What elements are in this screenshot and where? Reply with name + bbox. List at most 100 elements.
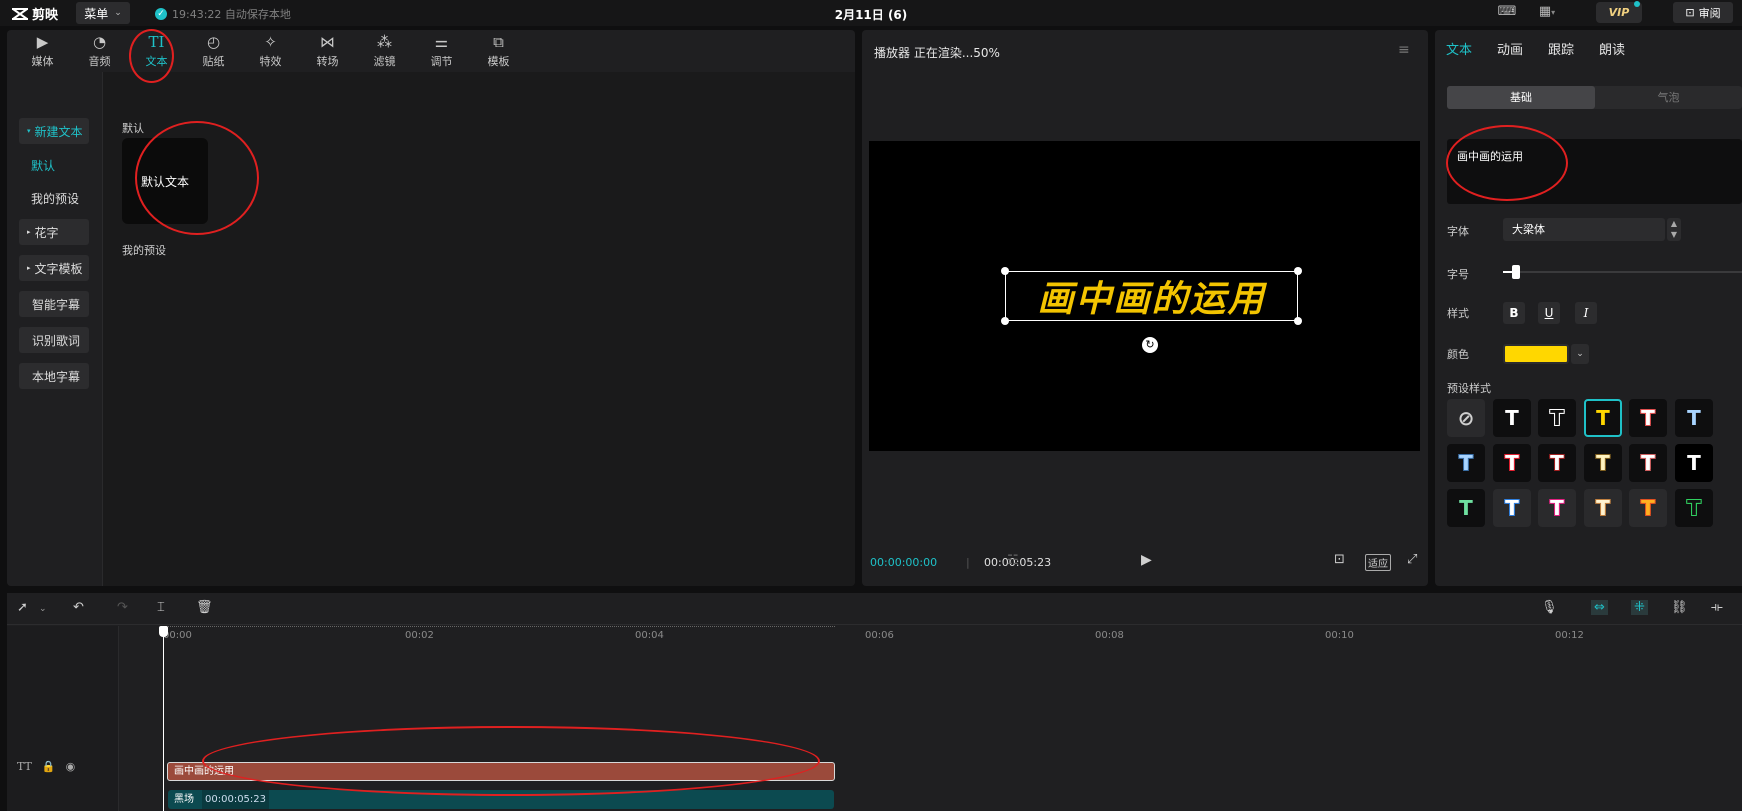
segment-bubble[interactable]: 气泡	[1595, 86, 1742, 109]
nav-recognize-lyrics-label: 识别歌词	[32, 333, 81, 348]
text-style-preset[interactable]: T	[1629, 399, 1667, 437]
effects-icon: ✧	[264, 32, 277, 51]
layout-icon[interactable]: ▦▾	[1532, 4, 1562, 22]
text-style-preset[interactable]: T	[1584, 399, 1622, 437]
resize-handle-bottom-left[interactable]	[1001, 317, 1009, 325]
text-style-preset[interactable]: T	[1675, 489, 1713, 527]
tab-inspector-read-aloud[interactable]: 朗读	[1599, 30, 1636, 72]
microphone-icon[interactable]: 🎙	[1541, 600, 1558, 615]
default-text-card[interactable]: 默认文本	[122, 138, 208, 224]
tab-audio[interactable]: ◔ 音频	[71, 30, 128, 72]
text-style-preset[interactable]: T	[1493, 399, 1531, 437]
text-style-preset[interactable]: T	[1675, 399, 1713, 437]
text-style-preset[interactable]: T	[1447, 444, 1485, 482]
nav-new-text[interactable]: ▾ 新建文本	[19, 118, 89, 144]
tab-transition[interactable]: ⋈ 转场	[299, 30, 356, 72]
playhead-handle[interactable]	[159, 626, 168, 637]
eye-icon[interactable]: ◉	[66, 760, 76, 773]
nav-my-presets[interactable]: 我的预设	[19, 185, 89, 211]
text-style-preset[interactable]: T	[1447, 489, 1485, 527]
fullscreen-icon[interactable]: ⤢	[1407, 552, 1417, 567]
no-style-preset[interactable]: ⊘	[1447, 399, 1485, 437]
chevron-down-icon[interactable]: ⌄	[39, 604, 47, 614]
text-style-preset[interactable]: T	[1493, 444, 1531, 482]
resize-handle-bottom-right[interactable]	[1294, 317, 1302, 325]
playhead[interactable]	[163, 629, 164, 811]
redo-icon[interactable]: ↷	[117, 600, 128, 615]
play-icon[interactable]: ▶	[1141, 552, 1152, 568]
rotate-handle-icon[interactable]: ↻	[1142, 337, 1158, 353]
tab-media[interactable]: ▶ 媒体	[14, 30, 71, 72]
nav-local-captions[interactable]: 本地字幕	[19, 363, 89, 389]
tab-inspector-tracking[interactable]: 跟踪	[1548, 30, 1585, 72]
text-style-preset[interactable]: T	[1538, 489, 1576, 527]
tab-text[interactable]: TI 文本	[128, 30, 185, 72]
nav-text-template[interactable]: ▸ 文字模板	[19, 255, 89, 281]
tab-inspector-text[interactable]: 文本	[1446, 30, 1483, 72]
underline-button[interactable]: U	[1538, 302, 1560, 324]
text-style-preset[interactable]: T	[1629, 444, 1667, 482]
text-style-preset[interactable]: T	[1493, 489, 1531, 527]
font-select[interactable]: 大梁体	[1503, 218, 1665, 241]
transition-icon: ⋈	[320, 32, 335, 51]
text-style-preset[interactable]: T	[1538, 399, 1576, 437]
inspector-panel: 文本 动画 跟踪 朗读 基础 气泡 画中画的运用 字体 大梁体 ▲ ▼ 字号 样式…	[1435, 30, 1742, 586]
black-clip-duration: 00:00:05:23	[202, 790, 270, 809]
lock-icon[interactable]: 🔒	[42, 760, 56, 773]
auto-snap-icon[interactable]: ⁜	[1631, 600, 1648, 615]
split-icon[interactable]: ⌶	[157, 600, 165, 615]
font-size-slider-handle[interactable]	[1512, 265, 1520, 279]
style-label: 样式	[1447, 307, 1469, 320]
main-track-magnet-icon[interactable]: ⇔	[1591, 600, 1608, 615]
review-label: 审阅	[1698, 6, 1721, 20]
tab-sticker[interactable]: ◴ 贴纸	[185, 30, 242, 72]
delete-icon[interactable]: 🗑	[196, 600, 213, 615]
italic-button[interactable]: I	[1575, 302, 1597, 324]
black-video-clip[interactable]: 黑场 00:00:05:23	[168, 790, 834, 809]
font-size-slider-track[interactable]	[1503, 271, 1742, 273]
text-style-preset[interactable]: T	[1538, 444, 1576, 482]
chevron-down-icon[interactable]: ⌄	[1571, 344, 1589, 364]
preview-canvas[interactable]: 画中画的运用 ↻	[869, 141, 1420, 451]
sticker-icon: ◴	[206, 32, 221, 51]
hamburger-menu-icon[interactable]: ≡	[1398, 42, 1410, 58]
tab-effects[interactable]: ✧ 特效	[242, 30, 299, 72]
nav-my-presets-label: 我的预设	[31, 191, 80, 206]
nav-smart-captions[interactable]: 智能字幕	[19, 291, 89, 317]
nav-recognize-lyrics[interactable]: 识别歌词	[19, 327, 89, 353]
resize-handle-top-left[interactable]	[1001, 267, 1009, 275]
link-icon[interactable]: ⛓	[1671, 600, 1688, 615]
snapshot-icon[interactable]: ⊡	[1334, 552, 1345, 567]
preview-axis-icon[interactable]: ⟛	[1711, 600, 1723, 615]
tab-filter[interactable]: ⁂ 滤镜	[356, 30, 413, 72]
text-style-preset[interactable]: T	[1584, 489, 1622, 527]
bold-button[interactable]: B	[1503, 302, 1525, 324]
main-menu-button[interactable]: 菜单 ⌄	[76, 2, 130, 24]
tab-adjust[interactable]: ⚌ 调节	[413, 30, 470, 72]
nav-smart-captions-label: 智能字幕	[32, 297, 81, 312]
fit-ratio-button[interactable]: 适应	[1365, 554, 1391, 571]
review-button[interactable]: ⊡ 审阅	[1673, 2, 1733, 23]
text-content-input[interactable]: 画中画的运用	[1447, 139, 1742, 204]
nav-default-label: 默认	[31, 158, 56, 173]
resize-handle-top-right[interactable]	[1294, 267, 1302, 275]
nav-default[interactable]: 默认	[19, 152, 89, 178]
select-tool-icon[interactable]: ➚	[17, 600, 28, 615]
caption-selection-box[interactable]	[1001, 267, 1302, 325]
section-presets-label: 我的预设	[122, 244, 166, 257]
tab-inspector-animation[interactable]: 动画	[1497, 30, 1534, 72]
font-stepper[interactable]: ▲ ▼	[1667, 218, 1681, 241]
undo-icon[interactable]: ↶	[73, 600, 84, 615]
tab-text-label: 文本	[145, 54, 168, 68]
text-style-preset[interactable]: T	[1584, 444, 1622, 482]
shortcut-keyboard-icon[interactable]: ⌨	[1496, 4, 1518, 22]
text-style-preset[interactable]: T	[1629, 489, 1667, 527]
text-icon: TI	[148, 32, 165, 51]
segment-basic[interactable]: 基础	[1447, 86, 1595, 109]
timecode-grid-icon[interactable]: ☷	[1007, 553, 1019, 568]
nav-fancy-text[interactable]: ▸ 花字	[19, 219, 89, 245]
tab-template[interactable]: ⧉ 模板	[470, 30, 527, 72]
text-style-preset[interactable]: T	[1675, 444, 1713, 482]
text-clip[interactable]: 画中画的运用	[167, 762, 835, 781]
text-color-swatch[interactable]	[1503, 344, 1569, 364]
